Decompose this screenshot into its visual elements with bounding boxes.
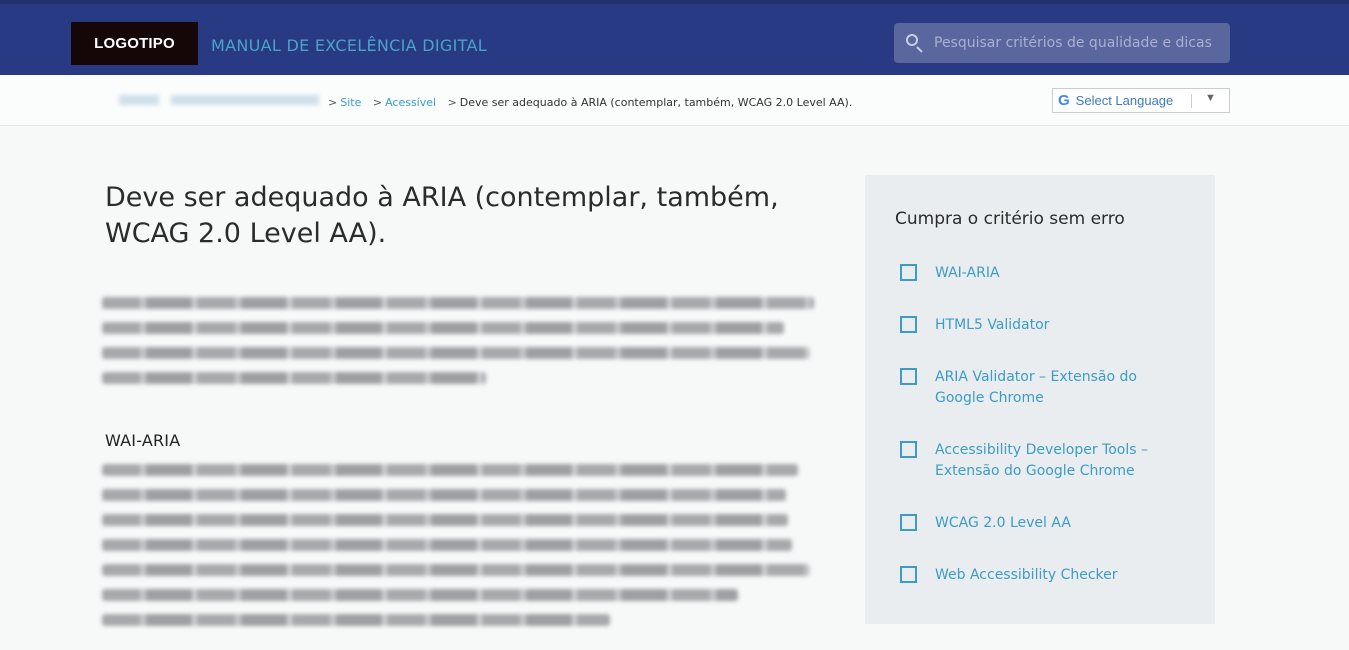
breadcrumb-home-link-blurred[interactable] [119, 95, 319, 105]
search-input[interactable] [934, 35, 1224, 51]
checklist-item-label[interactable]: Accessibility Developer Tools – Extensão… [935, 440, 1170, 482]
breadcrumb-current: Deve ser adequado à ARIA (contemplar, ta… [459, 96, 853, 109]
checklist-item[interactable]: Accessibility Developer Tools – Extensão… [900, 440, 1170, 482]
checklist-item[interactable]: Web Accessibility Checker [900, 565, 1175, 586]
checkbox[interactable] [900, 441, 917, 458]
page-title: Deve ser adequado à ARIA (contemplar, ta… [105, 182, 779, 249]
checklist-item[interactable]: ARIA Validator – Extensão do Google Chro… [900, 367, 1155, 409]
checkbox[interactable] [900, 264, 917, 281]
checkbox[interactable] [900, 514, 917, 531]
language-divider [1191, 94, 1192, 108]
intro-paragraph-blurred [102, 297, 814, 397]
checkbox[interactable] [900, 566, 917, 583]
sidebar-title: Cumpra o critério sem erro [895, 209, 1125, 229]
checklist-item-label[interactable]: HTML5 Validator [935, 315, 1175, 336]
breadcrumb-item-acessivel[interactable]: Acessível [385, 96, 436, 109]
site-header: LOGOTIPO MANUAL DE EXCELÊNCIA DIGITAL [0, 0, 1349, 75]
search-bar[interactable] [894, 23, 1230, 63]
language-select[interactable]: G Select Language ▼ [1052, 88, 1230, 113]
dropdown-arrow-icon: ▼ [1205, 92, 1216, 104]
site-title[interactable]: MANUAL DE EXCELÊNCIA DIGITAL [211, 36, 487, 55]
checklist-item-label[interactable]: WCAG 2.0 Level AA [935, 513, 1175, 534]
checklist-item[interactable]: WAI-ARIA [900, 263, 1175, 284]
search-icon[interactable] [904, 32, 926, 54]
criteria-sidebar: Cumpra o critério sem erro WAI-ARIA HTML… [865, 175, 1215, 624]
checkbox[interactable] [900, 368, 917, 385]
checkbox[interactable] [900, 316, 917, 333]
checklist-item-label[interactable]: Web Accessibility Checker [935, 565, 1175, 586]
wai-aria-paragraph-blurred [102, 464, 814, 639]
checklist-item[interactable]: HTML5 Validator [900, 315, 1175, 336]
logo[interactable]: LOGOTIPO [71, 22, 198, 65]
checklist-item[interactable]: WCAG 2.0 Level AA [900, 513, 1175, 534]
language-select-label: Select Language [1075, 93, 1174, 108]
section-heading-wai-aria: WAI-ARIA [105, 431, 181, 450]
google-icon: G [1058, 92, 1070, 109]
breadcrumb: > Site > Acessível > Deve ser adequado à AR… [328, 96, 853, 109]
checklist-item-label[interactable]: WAI-ARIA [935, 263, 1175, 284]
breadcrumb-item-site[interactable]: Site [340, 96, 361, 109]
checklist-item-label[interactable]: ARIA Validator – Extensão do Google Chro… [935, 367, 1155, 409]
